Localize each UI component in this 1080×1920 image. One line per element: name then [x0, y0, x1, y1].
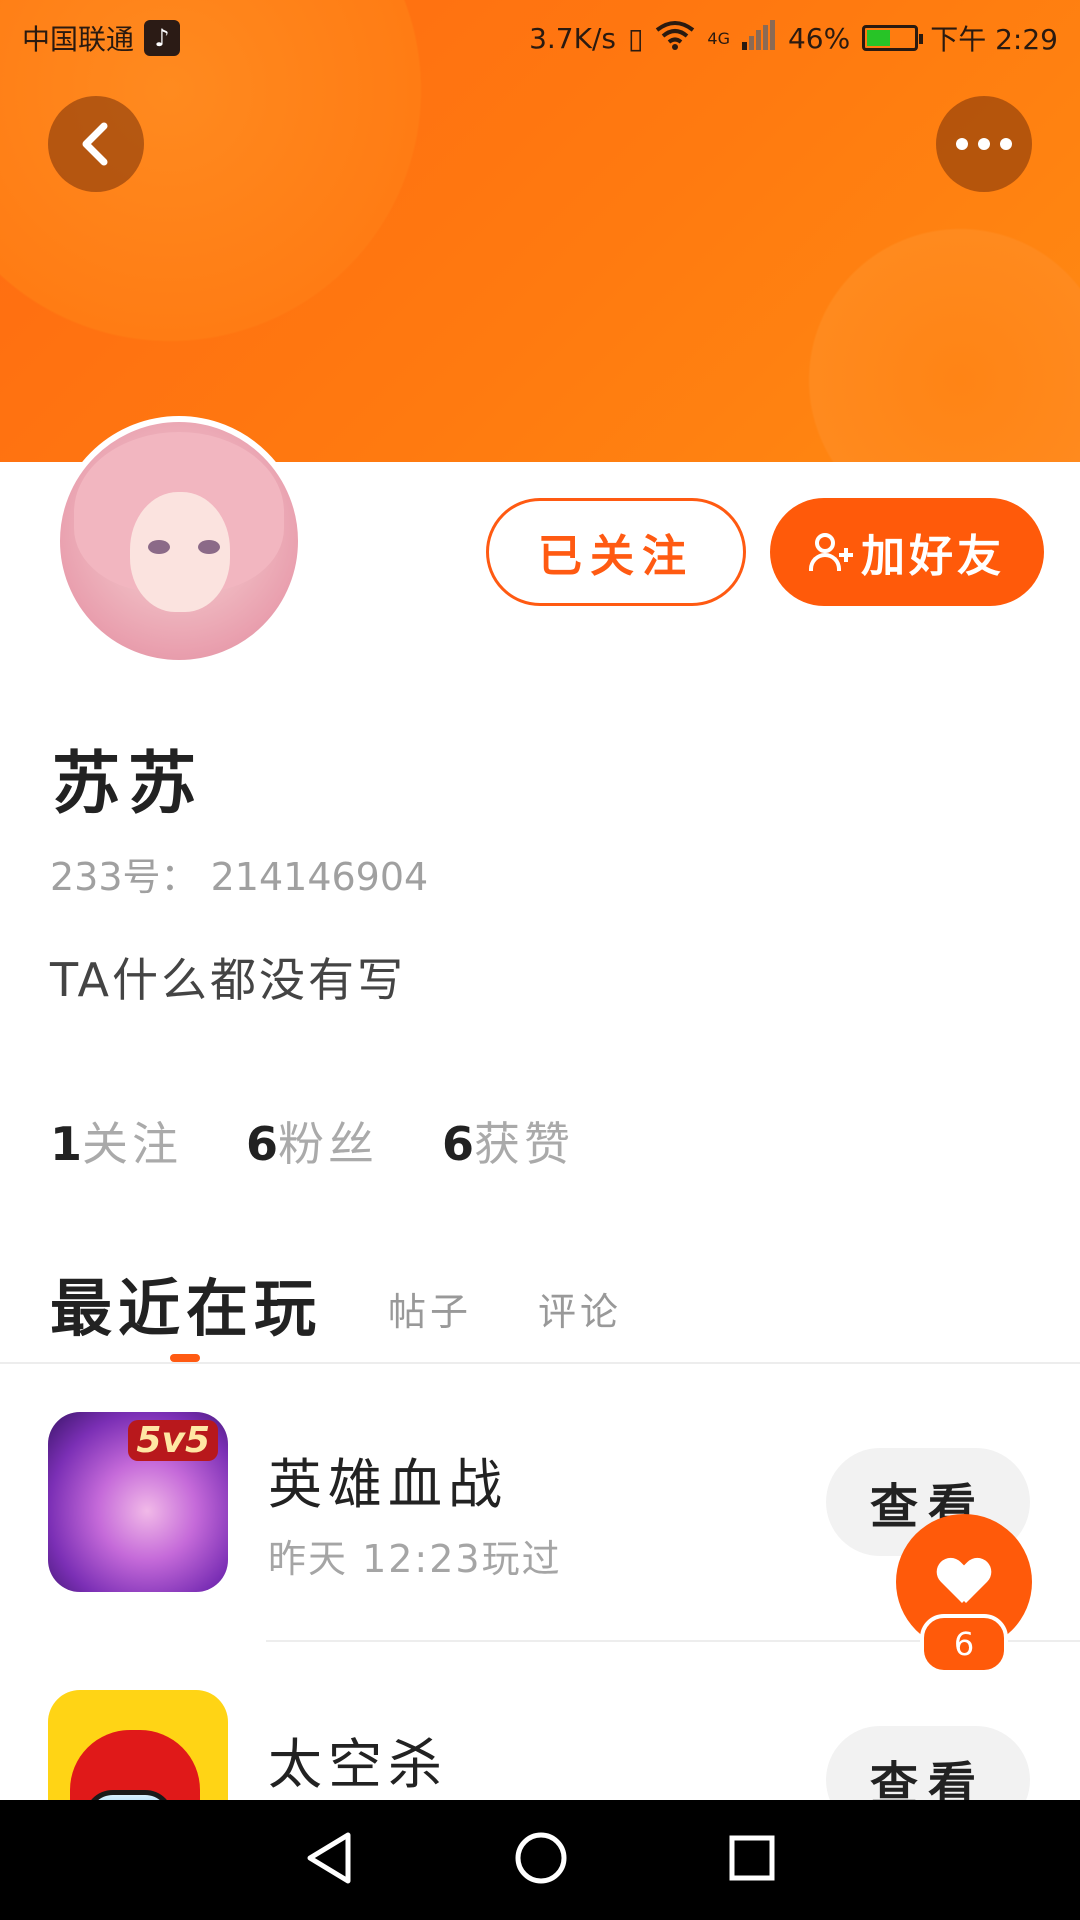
heart-icon: [938, 1559, 990, 1605]
add-user-icon: [809, 531, 853, 573]
stat-likes-label: 获赞: [474, 1117, 575, 1171]
vibrate-icon: ▯: [627, 21, 644, 55]
add-friend-label: 加好友: [861, 531, 1005, 582]
game-title: 英雄血战: [268, 1453, 508, 1516]
circle-home-icon: [515, 1832, 567, 1884]
stat-likes-count: 6: [442, 1117, 475, 1171]
add-friend-button[interactable]: 加好友: [770, 498, 1044, 606]
carrier-label: 中国联通: [22, 23, 135, 56]
triangle-back-icon: [307, 1832, 351, 1884]
stat-following-count: 1: [50, 1117, 83, 1171]
more-horizontal-icon: [956, 138, 1012, 150]
stat-following[interactable]: 1关注: [50, 1108, 182, 1174]
game-title: 太空杀: [268, 1733, 448, 1796]
tabs-divider: [0, 1362, 1080, 1364]
game-badge: 5v5: [128, 1420, 218, 1461]
game-icon-hero-battle: 5v5: [48, 1412, 228, 1592]
tab-recently-played[interactable]: 最近在玩: [50, 1258, 322, 1348]
network-type: 4G: [707, 28, 730, 48]
tab-posts[interactable]: 帖子: [388, 1281, 472, 1348]
game-last-played: 昨天 12:23玩过: [268, 1537, 562, 1581]
status-bar: 中国联通 ♪ 3.7K/s ▯ 4G 46% 下午 2:29: [0, 0, 1080, 76]
clock: 下午 2:29: [930, 23, 1058, 56]
stat-likes[interactable]: 6获赞: [442, 1108, 574, 1174]
battery-icon: [862, 25, 924, 51]
signal-icon: [741, 19, 776, 57]
nav-recents-button[interactable]: [728, 1834, 776, 1886]
profile-id-label: 233号：: [50, 855, 199, 899]
tab-indicator: [170, 1354, 200, 1362]
tiktok-icon: ♪: [144, 20, 181, 56]
battery-percent: 46%: [787, 21, 851, 55]
net-speed: 3.7K/s: [529, 21, 616, 55]
profile-tabs: 最近在玩 帖子 评论: [50, 1258, 622, 1348]
avatar[interactable]: [54, 416, 304, 666]
profile-id: 233号： 214146904: [50, 846, 428, 901]
stat-following-label: 关注: [82, 1117, 183, 1171]
wifi-icon: [655, 20, 695, 57]
stat-followers-label: 粉丝: [278, 1117, 379, 1171]
nav-home-button[interactable]: [514, 1831, 568, 1889]
profile-bio: TA什么都没有写: [50, 953, 406, 1007]
stat-followers-count: 6: [246, 1117, 279, 1171]
profile-id-value: 214146904: [210, 855, 429, 899]
profile-stats: 1关注 6粉丝 6获赞: [50, 1108, 574, 1174]
system-nav-bar: [0, 1800, 1080, 1920]
profile-name: 苏苏: [52, 745, 205, 824]
stat-followers[interactable]: 6粉丝: [246, 1108, 378, 1174]
more-button[interactable]: [936, 96, 1032, 192]
chevron-left-icon: [82, 122, 108, 166]
tab-comments[interactable]: 评论: [538, 1281, 622, 1348]
like-count: 6: [920, 1614, 1008, 1674]
back-button[interactable]: [48, 96, 144, 192]
nav-back-button[interactable]: [304, 1831, 354, 1889]
square-recents-icon: [729, 1835, 775, 1881]
followed-button[interactable]: 已关注: [486, 498, 746, 606]
